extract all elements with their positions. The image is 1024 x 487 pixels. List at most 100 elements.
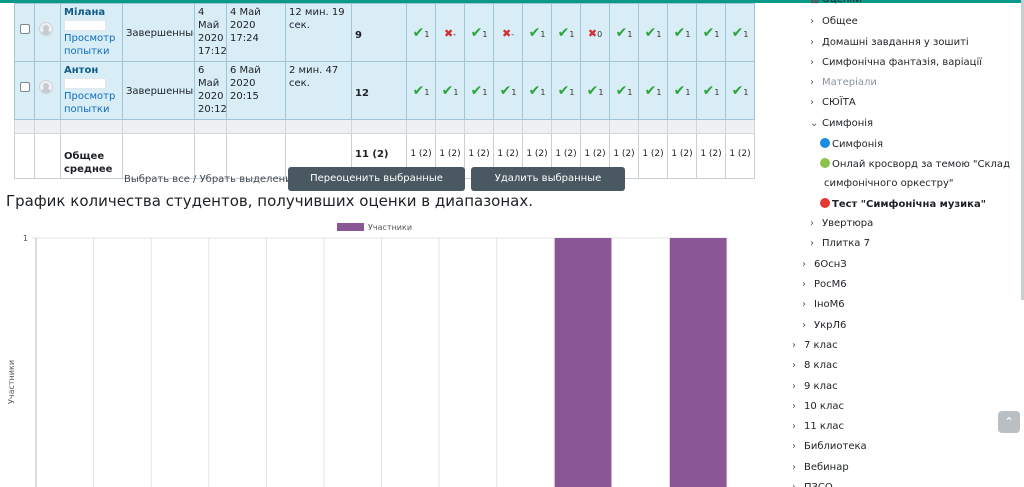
- nav-item[interactable]: › 8 клас: [792, 360, 838, 371]
- chevron-right-icon: ›: [810, 77, 814, 88]
- question-mark-cell[interactable]: ✔1: [551, 3, 581, 62]
- nav-item[interactable]: › ІноМ6: [802, 299, 845, 310]
- question-mark-cell[interactable]: ✔1: [522, 3, 552, 62]
- question-mark-cell[interactable]: ✔1: [609, 61, 639, 120]
- student-name-link[interactable]: Антон: [64, 64, 119, 77]
- attempt-state: Завершенные: [122, 3, 195, 62]
- question-mark-cell[interactable]: ✔1: [696, 61, 726, 120]
- empty-cell: [194, 133, 227, 179]
- spacer-cell: [696, 119, 726, 134]
- regrade-selected-button[interactable]: Переоценить выбранные попытки: [288, 167, 465, 208]
- nav-item[interactable]: › 9 клас: [792, 381, 838, 392]
- nav-item[interactable]: › Домашні завдання у зошиті: [810, 37, 969, 48]
- empty-cell: [122, 133, 195, 179]
- student-cell: Мілана Просмотр попытки: [60, 3, 123, 62]
- question-score: 1: [569, 88, 575, 97]
- review-attempt-link[interactable]: Просмотр попытки: [64, 90, 119, 116]
- delete-selected-button[interactable]: Удалить выбранные попытки: [471, 167, 625, 208]
- question-mark-cell[interactable]: ✔1: [667, 61, 697, 120]
- question-mark-cell[interactable]: ✔1: [464, 61, 494, 120]
- nav-item-label: 9 клас: [804, 381, 838, 392]
- question-mark-cell[interactable]: ✖-: [493, 3, 523, 62]
- spacer-cell: [551, 119, 581, 134]
- nav-item[interactable]: › УкрЛ6: [802, 320, 846, 331]
- question-mark-cell[interactable]: ✔1: [464, 3, 494, 62]
- nav-item[interactable]: › Библиотека: [792, 441, 867, 452]
- overall-average-label: Общее среднее: [60, 133, 123, 179]
- question-mark-cell[interactable]: ✔1: [406, 3, 436, 62]
- nav-item[interactable]: › СЮЇТА: [810, 97, 856, 108]
- question-mark-cell[interactable]: ✖-: [435, 3, 465, 62]
- nav-item[interactable]: ›ПЗСО: [792, 482, 833, 487]
- check-icon: ✔: [470, 25, 483, 41]
- activity-icon: [820, 158, 830, 168]
- question-score: 1: [685, 88, 691, 97]
- attempts-table: Мілана Просмотр попытки Завершенные 4 Май 2…: [14, 3, 755, 179]
- review-attempt-link[interactable]: Просмотр попытки: [64, 32, 119, 58]
- question-score: 1: [598, 88, 604, 97]
- nav-item[interactable]: Симфонія: [820, 138, 883, 150]
- nav-item-label: ПЗСО: [804, 482, 833, 487]
- nav-item[interactable]: › РосМ6: [802, 279, 847, 290]
- nav-item[interactable]: › 6ОснЗ: [802, 259, 847, 270]
- spacer-cell: [493, 119, 523, 134]
- chevron-right-icon: ›: [810, 57, 814, 68]
- question-mark-cell[interactable]: ✔1: [406, 61, 436, 120]
- avatar: [39, 80, 53, 94]
- nav-item[interactable]: › Плитка 7: [810, 238, 870, 249]
- check-icon: ✔: [499, 83, 512, 99]
- question-score: -: [453, 30, 457, 39]
- question-mark-cell[interactable]: ✖0: [580, 3, 610, 62]
- nav-item[interactable]: › 10 клас: [792, 401, 844, 412]
- spacer-cell: [725, 119, 755, 134]
- nav-item-label: Симфонічна фантазія, варіації: [822, 57, 983, 68]
- question-score: 1: [685, 30, 691, 39]
- nav-item[interactable]: Тест "Симфонічна музика": [820, 198, 986, 210]
- chevron-up-icon: ⌃: [1003, 415, 1015, 429]
- question-mark-cell[interactable]: ✔1: [696, 3, 726, 62]
- student-name-link[interactable]: Мілана: [64, 6, 119, 19]
- spacer-cell: [194, 119, 227, 134]
- check-icon: ✔: [528, 83, 541, 99]
- question-mark-cell[interactable]: ✔1: [580, 61, 610, 120]
- question-mark-cell[interactable]: ✔1: [551, 61, 581, 120]
- question-mark-cell[interactable]: ✔1: [667, 3, 697, 62]
- row-checkbox[interactable]: [20, 24, 30, 34]
- question-mark-cell[interactable]: ✔1: [638, 3, 668, 62]
- nav-item[interactable]: ▦Оценки: [810, 0, 862, 5]
- question-mark-cell[interactable]: ✔1: [725, 61, 755, 120]
- nav-item[interactable]: › Вебинар: [792, 462, 849, 473]
- spacer-cell: [522, 119, 552, 134]
- select-all-link[interactable]: Выбрать все / Убрать выделение: [124, 174, 298, 185]
- cross-icon: ✖: [501, 27, 512, 40]
- row-checkbox[interactable]: [20, 82, 30, 92]
- back-to-top-button[interactable]: ⌃: [998, 411, 1020, 433]
- nav-item[interactable]: › Увертюра: [810, 218, 873, 229]
- nav-item[interactable]: ⌄ Симфонія: [810, 118, 873, 129]
- question-mark-cell[interactable]: ✔1: [725, 3, 755, 62]
- avatar: [39, 22, 53, 36]
- nav-item[interactable]: › Матеріали: [810, 77, 877, 88]
- chevron-right-icon: ›: [802, 259, 806, 270]
- nav-item-label: Оценки: [822, 0, 862, 5]
- nav-item[interactable]: › Общее: [810, 16, 858, 27]
- question-mark-cell[interactable]: ✔1: [522, 61, 552, 120]
- question-mark-cell[interactable]: ✔1: [435, 61, 465, 120]
- question-mark-cell[interactable]: ✔1: [638, 61, 668, 120]
- chevron-right-icon: ›: [810, 37, 814, 48]
- spacer-cell: [464, 119, 494, 134]
- check-icon: ✔: [673, 83, 686, 99]
- nav-item[interactable]: › 7 клас: [792, 340, 838, 351]
- nav-item-label: симфонічного оркестру": [824, 178, 954, 189]
- question-average: 1 (2): [638, 133, 668, 179]
- nav-item[interactable]: Онлай кросворд за темою "Склад: [820, 158, 1010, 170]
- nav-item-label: 10 клас: [804, 401, 844, 412]
- nav-item[interactable]: › 11 клас: [792, 421, 844, 432]
- question-average: 1 (2): [725, 133, 755, 179]
- attempt-grade: 9: [351, 3, 407, 62]
- question-mark-cell[interactable]: ✔1: [609, 3, 639, 62]
- nav-item[interactable]: › Симфонічна фантазія, варіації: [810, 57, 982, 68]
- nav-item-label: Плитка 7: [822, 238, 870, 249]
- question-mark-cell[interactable]: ✔1: [493, 61, 523, 120]
- student-cell: Антон Просмотр попытки: [60, 61, 123, 120]
